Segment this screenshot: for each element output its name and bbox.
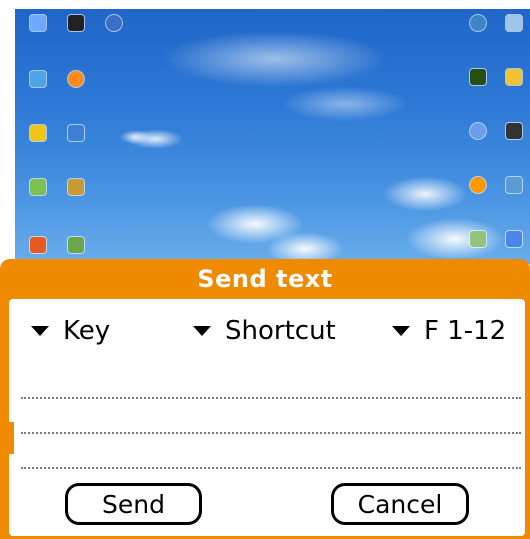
icon-caption <box>461 33 495 43</box>
dropdown-arrow-icon <box>193 326 211 336</box>
key-dropdown-label: Key <box>63 316 111 346</box>
desktop-icon[interactable] <box>499 15 529 55</box>
recycle-bin-icon <box>30 179 46 195</box>
function-key-dropdown-label: F 1-12 <box>424 316 507 346</box>
desktop-icon[interactable] <box>61 125 91 165</box>
app-icon <box>470 231 486 247</box>
desktop-icon[interactable] <box>99 15 129 55</box>
desktop-icon[interactable] <box>463 15 493 55</box>
dropdown-arrow-icon <box>392 326 410 336</box>
app-icon <box>506 231 522 247</box>
icon-caption <box>59 33 93 43</box>
desktop-icon[interactable] <box>23 179 53 219</box>
send-button[interactable]: Send <box>65 483 202 525</box>
app-icon <box>506 15 522 31</box>
app-icon <box>106 15 122 31</box>
icon-caption <box>59 197 93 207</box>
icon-caption <box>497 141 530 151</box>
browser-icon <box>68 71 84 87</box>
desktop-icon[interactable] <box>463 123 493 163</box>
dialog-body: Key Shortcut F 1-12 Send Cancel <box>9 299 525 536</box>
key-dropdown[interactable]: Key <box>31 314 110 348</box>
desktop-icon[interactable] <box>23 71 53 111</box>
icon-caption <box>21 143 55 153</box>
dialog-title: Send text <box>197 265 333 293</box>
app-icon <box>30 71 46 87</box>
terminal-icon <box>506 123 522 139</box>
terminal-icon <box>68 15 84 31</box>
folder-icon <box>506 69 522 85</box>
app-icon <box>30 237 46 253</box>
icon-caption <box>21 89 55 99</box>
send-text-dialog: Send text Key Shortcut F 1-12 Send Cance… <box>0 259 530 539</box>
icon-caption <box>21 33 55 43</box>
internet-explorer-icon <box>470 15 486 31</box>
icon-caption <box>461 87 495 97</box>
desktop-icon[interactable] <box>61 179 91 219</box>
shortcut-dropdown[interactable]: Shortcut <box>193 314 336 348</box>
icon-caption <box>497 87 530 97</box>
desktop-icon[interactable] <box>499 123 529 163</box>
icon-caption <box>59 89 93 99</box>
app-icon <box>30 125 46 141</box>
desktop-icon[interactable] <box>499 177 529 217</box>
app-icon <box>30 15 46 31</box>
app-icon <box>68 179 84 195</box>
icon-caption <box>59 143 93 153</box>
shortcut-dropdown-label: Shortcut <box>225 316 336 346</box>
app-icon <box>470 69 486 85</box>
cancel-button[interactable]: Cancel <box>331 483 469 525</box>
icon-caption <box>97 33 131 43</box>
icon-caption <box>497 33 530 43</box>
app-icon <box>68 125 84 141</box>
desktop-icon[interactable] <box>463 69 493 109</box>
function-key-dropdown[interactable]: F 1-12 <box>392 314 506 348</box>
remote-desktop-background <box>15 9 530 264</box>
desktop-icon[interactable] <box>499 69 529 109</box>
text-input-area[interactable] <box>9 359 525 474</box>
input-line <box>21 397 521 399</box>
icon-caption <box>497 195 530 205</box>
input-line <box>21 467 521 469</box>
app-icon <box>506 177 522 193</box>
app-icon <box>470 123 486 139</box>
desktop-icon[interactable] <box>61 71 91 111</box>
desktop-icon[interactable] <box>23 15 53 55</box>
desktop-icon[interactable] <box>463 177 493 217</box>
icon-caption <box>461 141 495 151</box>
desktop-icon[interactable] <box>23 125 53 165</box>
app-icon <box>68 237 84 253</box>
text-cursor <box>9 422 14 454</box>
dropdown-arrow-icon <box>31 326 49 336</box>
input-line <box>21 432 521 434</box>
media-player-icon <box>470 177 486 193</box>
icon-caption <box>461 195 495 205</box>
desktop-icon[interactable] <box>61 15 91 55</box>
icon-caption <box>21 197 55 207</box>
